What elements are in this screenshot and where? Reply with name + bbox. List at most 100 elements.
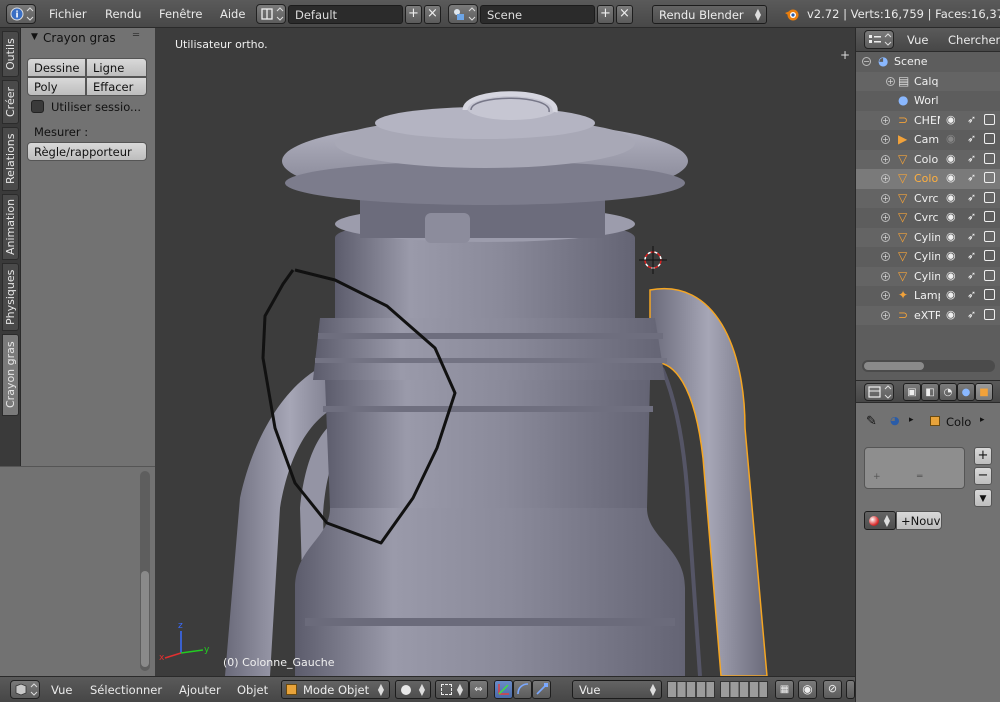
visibility-eye-icon[interactable]: ◉ bbox=[946, 113, 956, 126]
expand-icon[interactable]: + bbox=[881, 291, 890, 300]
horizontal-scrollbar[interactable] bbox=[862, 360, 995, 372]
menu-add[interactable]: Ajouter bbox=[179, 683, 221, 697]
scale-manipulator-button[interactable] bbox=[532, 680, 551, 699]
selectability-cursor-icon[interactable]: ➶ bbox=[967, 230, 976, 243]
visibility-eye-icon[interactable]: ◉ bbox=[946, 210, 956, 223]
add-scene-button[interactable]: + bbox=[597, 5, 614, 24]
render-camera-icon[interactable] bbox=[984, 113, 995, 125]
outliner-row[interactable]: + ▤ Calq bbox=[856, 71, 1000, 91]
render-camera-icon[interactable] bbox=[984, 289, 995, 300]
outliner-row[interactable]: ● Worl bbox=[856, 91, 1000, 111]
tab-animation[interactable]: Animation bbox=[2, 194, 19, 260]
tab-physics[interactable]: Physiques bbox=[2, 263, 19, 331]
menu-select[interactable]: Sélectionner bbox=[90, 683, 162, 697]
viewport-add-region-icon[interactable]: + bbox=[840, 48, 850, 62]
outliner-row[interactable]: + ✦ Lamp ◉ ➶ bbox=[856, 286, 1000, 306]
tab-tools[interactable]: Outils bbox=[2, 31, 19, 77]
scene-icon-button[interactable] bbox=[448, 4, 478, 24]
3d-viewport[interactable]: z x y Utilisateur ortho. (0) Colonne_Gau… bbox=[155, 28, 855, 676]
outliner-row[interactable]: + ▽ Cvrc ◉ ➶ bbox=[856, 208, 1000, 228]
selectability-cursor-icon[interactable]: ➶ bbox=[967, 210, 976, 223]
outliner-row[interactable]: + ▽ Cylin ◉ ➶ bbox=[856, 227, 1000, 247]
visibility-eye-icon[interactable]: ◉ bbox=[946, 152, 956, 165]
tab-grease-pencil[interactable]: Crayon gras bbox=[2, 334, 19, 416]
render-engine-select[interactable]: Rendu Blender ▲ ▼ bbox=[652, 5, 767, 24]
scene-tab-button[interactable]: ◔ bbox=[939, 383, 957, 401]
outliner-row[interactable]: + ⊃ CHEM ◉ ➶ bbox=[856, 110, 1000, 130]
selectability-cursor-icon[interactable]: ➶ bbox=[967, 269, 976, 282]
delete-scene-button[interactable]: × bbox=[616, 5, 633, 24]
world-tab-button[interactable]: ● bbox=[957, 383, 975, 401]
expand-icon[interactable]: + bbox=[881, 115, 890, 125]
new-material-button[interactable]: +Nouv bbox=[896, 511, 942, 530]
lock-layers-button[interactable]: ▦ bbox=[775, 680, 794, 699]
rotate-manipulator-button[interactable] bbox=[513, 680, 532, 699]
visibility-eye-icon[interactable]: ◉ bbox=[946, 230, 956, 243]
visibility-eye-icon[interactable]: ◉ bbox=[946, 191, 956, 204]
3d-cursor-icon[interactable] bbox=[639, 246, 667, 274]
menu-window[interactable]: Fenêtre bbox=[159, 7, 202, 21]
visibility-eye-icon[interactable]: ◉ bbox=[946, 288, 956, 301]
editor-type-button[interactable] bbox=[864, 383, 894, 401]
use-session-checkbox[interactable] bbox=[31, 100, 44, 113]
render-camera-icon[interactable] bbox=[984, 133, 995, 144]
scrollbar-thumb[interactable] bbox=[864, 362, 924, 370]
expand-icon[interactable]: + bbox=[881, 310, 890, 320]
render-tab-button[interactable]: ▣ bbox=[903, 383, 921, 401]
visibility-eye-icon[interactable]: ◉ bbox=[946, 269, 956, 282]
erase-button[interactable]: Effacer bbox=[86, 77, 147, 96]
outliner-row[interactable]: + ▽ Cylin ◉ ➶ bbox=[856, 266, 1000, 286]
viewport-shading-select[interactable]: ▲ ▼ bbox=[395, 680, 431, 699]
delete-screen-button[interactable]: × bbox=[424, 5, 441, 24]
selectability-cursor-icon[interactable]: ➶ bbox=[967, 152, 976, 165]
visibility-eye-icon[interactable]: ◉ bbox=[946, 308, 956, 321]
outliner-row[interactable]: + ▽ Cvrc ◉ ➶ bbox=[856, 188, 1000, 208]
editor-type-button[interactable]: i bbox=[6, 4, 36, 24]
selectability-cursor-icon[interactable]: ➶ bbox=[967, 308, 976, 321]
draw-button[interactable]: Dessine bbox=[27, 58, 86, 77]
line-button[interactable]: Ligne bbox=[86, 58, 147, 77]
scene-field[interactable]: Scene bbox=[480, 5, 595, 24]
render-camera-icon[interactable] bbox=[984, 250, 995, 261]
slot-menu-button[interactable]: ▼ bbox=[974, 489, 992, 507]
render-camera-icon[interactable] bbox=[984, 172, 995, 183]
render-camera-icon[interactable] bbox=[984, 230, 995, 242]
expand-icon[interactable]: + bbox=[881, 135, 890, 144]
material-slot-list[interactable]: + ═ bbox=[864, 447, 965, 489]
editor-type-button[interactable] bbox=[10, 680, 40, 699]
render-preview-button[interactable] bbox=[846, 680, 855, 699]
outliner-row[interactable]: + ▽ Cylin ◉ ➶ bbox=[856, 247, 1000, 267]
screen-layout-field[interactable]: Default bbox=[288, 5, 403, 24]
selectability-cursor-icon[interactable]: ➶ bbox=[967, 249, 976, 262]
menu-file[interactable]: Fichier bbox=[49, 7, 87, 21]
ruler-protractor-button[interactable]: Règle/rapporteur bbox=[27, 142, 147, 161]
render-camera-icon[interactable] bbox=[984, 269, 995, 281]
menu-object[interactable]: Objet bbox=[237, 683, 268, 697]
collapse-icon[interactable]: − bbox=[862, 57, 871, 66]
menu-help[interactable]: Aide bbox=[220, 7, 245, 21]
render-camera-icon[interactable] bbox=[984, 152, 995, 164]
layers-grid-1[interactable] bbox=[667, 681, 715, 698]
render-camera-icon[interactable] bbox=[984, 211, 995, 222]
outliner-row[interactable]: + ▶ Cam ◉ ➶ bbox=[856, 130, 1000, 150]
outliner-row[interactable]: + ▽ Colo ◉ ➶ bbox=[856, 169, 1000, 189]
expand-icon[interactable]: + bbox=[881, 154, 890, 164]
pivot-point-select[interactable]: ▲ ▼ bbox=[435, 680, 469, 699]
outliner-row[interactable]: − ◕ Scene bbox=[856, 52, 1000, 72]
remove-material-slot-button[interactable]: − bbox=[974, 467, 992, 485]
screen-layout-icon-button[interactable] bbox=[256, 4, 286, 24]
selectability-cursor-icon[interactable]: ➶ bbox=[967, 113, 976, 126]
selectability-cursor-icon[interactable]: ➶ bbox=[967, 171, 976, 184]
add-screen-button[interactable]: + bbox=[405, 5, 422, 24]
poly-button[interactable]: Poly bbox=[27, 77, 86, 96]
proportional-edit-button[interactable]: ◉ bbox=[798, 680, 817, 699]
snap-button[interactable]: ⊘ bbox=[823, 680, 842, 699]
visibility-eye-icon[interactable]: ◉ bbox=[946, 171, 956, 184]
editor-type-button[interactable] bbox=[864, 30, 894, 49]
scrollbar-thumb[interactable] bbox=[141, 571, 149, 667]
tab-create[interactable]: Créer bbox=[2, 80, 19, 124]
outliner-row[interactable]: + ⊃ eXTR ◉ ➶ bbox=[856, 305, 1000, 325]
add-material-slot-button[interactable]: + bbox=[974, 447, 992, 465]
expand-icon[interactable]: + bbox=[881, 193, 890, 203]
expand-icon[interactable]: + bbox=[881, 174, 890, 183]
